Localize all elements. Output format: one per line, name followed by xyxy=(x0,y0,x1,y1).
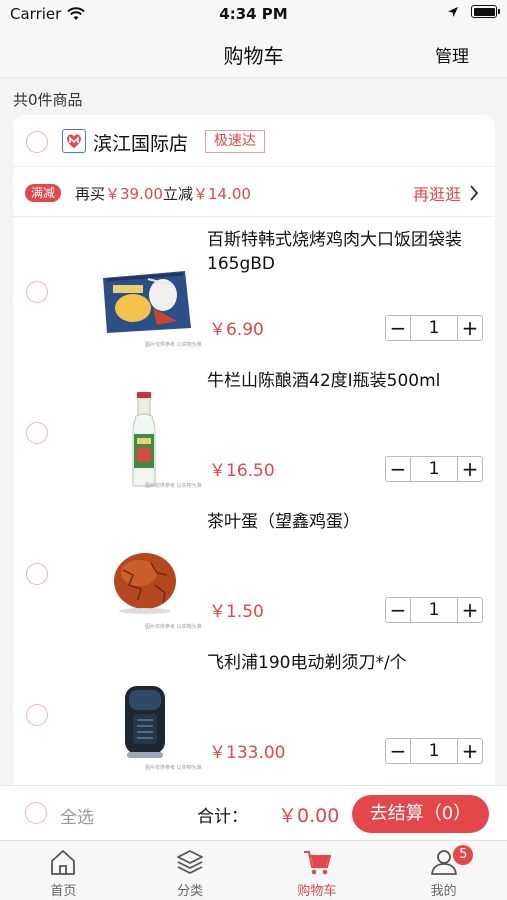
continue-shopping-link[interactable]: 再逛逛 xyxy=(413,181,479,205)
increase-button[interactable]: + xyxy=(457,457,482,481)
item-price: ￥6.90 xyxy=(209,320,264,340)
store-logo-icon xyxy=(62,129,86,153)
item-price: ￥1.50 xyxy=(209,602,264,622)
quantity-stepper: − 1 + xyxy=(385,597,483,623)
cart-item: 图片仅供参考 以实物为准 飞利浦190电动剃须刀*/个 ￥133.00 − 1 … xyxy=(13,646,495,787)
increase-button[interactable]: + xyxy=(457,598,482,622)
item-count: 共0件商品 xyxy=(13,91,83,109)
decrease-button[interactable]: − xyxy=(386,316,411,340)
notification-badge: 5 xyxy=(453,845,474,865)
quantity-stepper: − 1 + xyxy=(385,738,483,764)
tab-cart[interactable]: 购物车 xyxy=(254,841,381,900)
item-title[interactable]: 飞利浦190电动剃须刀*/个 xyxy=(207,651,482,675)
tab-profile[interactable]: 我的 5 xyxy=(380,841,507,900)
cart-item: 图片仅供参考 以实物为准 牛栏山陈酿酒42度I瓶装500ml ￥16.50 − … xyxy=(13,364,495,505)
store-name[interactable]: 滨江国际店 xyxy=(93,129,188,156)
decrease-button[interactable]: − xyxy=(386,739,411,763)
increase-button[interactable]: + xyxy=(457,739,482,763)
clock: 4:34 PM xyxy=(219,5,288,23)
chevron-right-icon xyxy=(470,185,479,201)
store-cart-card: 滨江国际店 极速达 满减 再买￥39.00立减￥14.00 再逛逛 图片仅供参考… xyxy=(13,115,495,795)
product-image-shaver xyxy=(125,686,165,758)
quantity-stepper: − 1 + xyxy=(385,315,483,341)
total-amount: ￥0.00 xyxy=(278,805,340,827)
product-image-tea-egg xyxy=(114,553,176,614)
item-select-checkbox[interactable] xyxy=(26,563,48,585)
store-select-checkbox[interactable] xyxy=(26,131,48,153)
promo-text: 再买￥39.00立减￥14.00 xyxy=(75,185,251,203)
increase-button[interactable]: + xyxy=(457,316,482,340)
item-title[interactable]: 牛栏山陈酿酒42度I瓶装500ml xyxy=(207,369,482,393)
select-all-label[interactable]: 全选 xyxy=(60,803,94,828)
quantity-value[interactable]: 1 xyxy=(411,739,457,763)
product-image-rice-ball xyxy=(103,271,191,333)
decrease-button[interactable]: − xyxy=(386,598,411,622)
product-image-liquor xyxy=(132,392,156,487)
item-title[interactable]: 百斯特韩式烧烤鸡肉大口饭团袋装165gBD xyxy=(207,228,482,276)
manage-button[interactable]: 管理 xyxy=(435,42,469,67)
item-title[interactable]: 茶叶蛋（望鑫鸡蛋） xyxy=(207,510,482,534)
express-badge: 极速达 xyxy=(205,130,265,153)
quantity-value[interactable]: 1 xyxy=(411,316,457,340)
battery-icon xyxy=(471,5,500,18)
quantity-stepper: − 1 + xyxy=(385,456,483,482)
status-bar: Carrier 4:34 PM xyxy=(0,0,507,30)
navigation-bar: 购物车 管理 xyxy=(0,30,507,78)
tab-category[interactable]: 分类 xyxy=(127,841,254,900)
store-header: 滨江国际店 极速达 xyxy=(13,115,495,167)
cart-item: 图片仅供参考 以实物为准 百斯特韩式烧烤鸡肉大口饭团袋装165gBD ￥6.90… xyxy=(13,223,495,364)
cart-item: 图片仅供参考 以实物为准 茶叶蛋（望鑫鸡蛋） ￥1.50 − 1 + xyxy=(13,505,495,646)
total-label: 合计： xyxy=(197,807,248,827)
cart-icon xyxy=(303,851,332,875)
checkout-button[interactable]: 去结算（0） xyxy=(352,795,489,833)
page-title: 购物车 xyxy=(223,44,284,68)
select-all-checkbox[interactable] xyxy=(25,802,47,824)
location-arrow-icon xyxy=(448,6,458,17)
cart-screen: Carrier 4:34 PM 购物车 管理 共0件商品 滨江国际店 极速达 满… xyxy=(0,0,507,900)
decrease-button[interactable]: − xyxy=(386,457,411,481)
checkout-bar: 全选 合计： ￥0.00 去结算（0） xyxy=(0,785,507,840)
item-select-checkbox[interactable] xyxy=(26,281,48,303)
promotion-row: 满减 再买￥39.00立减￥14.00 再逛逛 xyxy=(13,167,495,217)
item-select-checkbox[interactable] xyxy=(26,422,48,444)
home-icon xyxy=(51,850,76,875)
tab-bar: 首页 分类 购物车 我的 5 xyxy=(0,840,507,900)
item-select-checkbox[interactable] xyxy=(26,704,48,726)
item-price: ￥16.50 xyxy=(209,461,275,481)
tab-home[interactable]: 首页 xyxy=(0,841,127,900)
layers-icon xyxy=(177,850,204,874)
quantity-value[interactable]: 1 xyxy=(411,457,457,481)
quantity-value[interactable]: 1 xyxy=(411,598,457,622)
promo-tag: 满减 xyxy=(25,184,62,202)
item-price: ￥133.00 xyxy=(209,743,286,763)
